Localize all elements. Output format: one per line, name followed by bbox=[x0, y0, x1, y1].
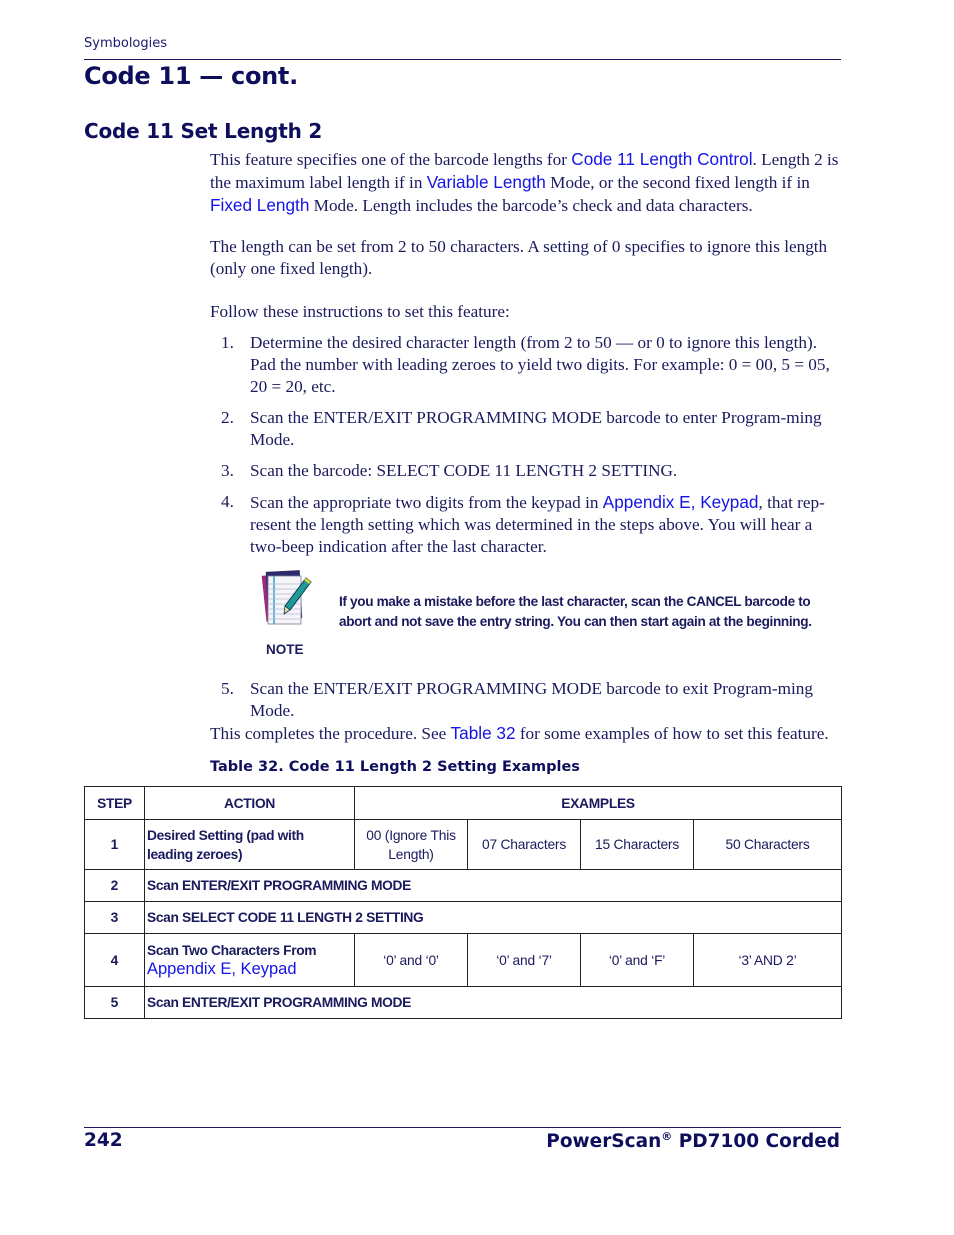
appendix-e-keypad-link[interactable]: Appendix E, Keypad bbox=[147, 960, 297, 978]
intro-text: This feature specifies one of the barcod… bbox=[210, 150, 572, 169]
table-row: 2 Scan ENTER/EXIT PROGRAMMING MODE bbox=[84, 869, 842, 902]
closing-paragraph: This completes the procedure. See Table … bbox=[210, 722, 860, 745]
action-cell: Scan SELECT CODE 11 LENGTH 2 SETTING bbox=[144, 901, 842, 934]
step-text: Determine the desired character length (… bbox=[250, 333, 830, 396]
step-text: Scan the ENTER/EXIT PROGRAMMING MODE bar… bbox=[250, 408, 822, 449]
footer-divider bbox=[84, 1127, 841, 1128]
step-number: 2. bbox=[221, 408, 234, 427]
table-header-row: STEP ACTION EXAMPLES bbox=[84, 786, 842, 820]
action-cell: Desired Setting (pad with leading zeroes… bbox=[144, 819, 355, 870]
intro-text: Mode, or the second fixed length if in bbox=[545, 173, 810, 192]
length-range-paragraph: The length can be set from 2 to 50 chara… bbox=[210, 237, 828, 278]
note-text: If you make a mistake before the last ch… bbox=[339, 594, 812, 629]
step-cell: 1 bbox=[84, 819, 145, 870]
step-number: 4. bbox=[221, 492, 234, 511]
step-item: 5. Scan the ENTER/EXIT PROGRAMMING MODE b… bbox=[210, 678, 846, 722]
step-number: 5. bbox=[221, 679, 234, 698]
table-row: 3 Scan SELECT CODE 11 LENGTH 2 SETTING bbox=[84, 901, 842, 934]
header-divider bbox=[84, 59, 841, 60]
example-cell: 50 Characters bbox=[693, 819, 842, 870]
registered-mark: ® bbox=[661, 1130, 673, 1143]
intro-paragraph: This feature specifies one of the barcod… bbox=[210, 148, 846, 217]
action-cell: Scan Two Characters From Appendix E, Keyp… bbox=[144, 933, 355, 987]
step-number: 3. bbox=[221, 461, 234, 480]
step-number: 1. bbox=[221, 333, 234, 352]
example-cell: ‘0’ and ‘0’ bbox=[354, 933, 468, 987]
example-cell: ‘3’ AND 2’ bbox=[693, 933, 842, 987]
closing-text: This completes the procedure. See bbox=[210, 724, 451, 743]
step-cell: 4 bbox=[84, 933, 145, 987]
step-item: 4. Scan the appropriate two digits from t… bbox=[210, 491, 846, 558]
table-row: 4 Scan Two Characters From Appendix E, Ke… bbox=[84, 933, 842, 987]
closing-text: for some examples of how to set this fea… bbox=[515, 724, 829, 743]
step-cell: 2 bbox=[84, 869, 145, 902]
section-title: Code 11 Set Length 2 bbox=[84, 119, 323, 143]
product-brand: PowerScan bbox=[546, 1131, 662, 1153]
table-row: 5 Scan ENTER/EXIT PROGRAMMING MODE bbox=[84, 986, 842, 1019]
action-text: Scan Two Characters From bbox=[147, 943, 317, 958]
product-name: PowerScan® PD7100 Corded bbox=[546, 1130, 840, 1152]
step-item: 3. Scan the barcode: SELECT CODE 11 LENGT… bbox=[210, 460, 846, 482]
appendix-e-keypad-link[interactable]: Appendix E, Keypad bbox=[603, 492, 759, 512]
action-cell: Scan ENTER/EXIT PROGRAMMING MODE bbox=[144, 869, 842, 902]
step-item: 2. Scan the ENTER/EXIT PROGRAMMING MODE b… bbox=[210, 407, 846, 451]
step-item: 1. Determine the desired character length… bbox=[210, 332, 846, 398]
running-header-section: Symbologies bbox=[84, 36, 168, 51]
table-caption: Table 32. Code 11 Length 2 Setting Examp… bbox=[210, 759, 580, 775]
header-action: ACTION bbox=[144, 786, 355, 820]
steps-list: 1. Determine the desired character length… bbox=[210, 332, 846, 567]
instructions-lead: Follow these instructions to set this fe… bbox=[210, 302, 510, 321]
example-cell: ‘0’ and ‘F’ bbox=[580, 933, 694, 987]
example-cell: 15 Characters bbox=[580, 819, 694, 870]
action-cell: Scan ENTER/EXIT PROGRAMMING MODE bbox=[144, 986, 842, 1019]
page-number: 242 bbox=[84, 1130, 123, 1151]
settings-examples-table: STEP ACTION EXAMPLES 1 Desired Setting (… bbox=[84, 786, 842, 1019]
step-text: Scan the ENTER/EXIT PROGRAMMING MODE bar… bbox=[250, 679, 813, 720]
notepad-pen-icon bbox=[258, 568, 314, 628]
product-model: PD7100 Corded bbox=[672, 1131, 840, 1153]
example-cell: 00 (Ignore This Length) bbox=[354, 819, 468, 870]
page-title: Code 11 — cont. bbox=[84, 62, 298, 90]
header-step: STEP bbox=[84, 786, 145, 820]
step-text: Scan the barcode: SELECT CODE 11 LENGTH … bbox=[250, 461, 678, 480]
note-label: NOTE bbox=[266, 642, 304, 657]
intro-text: Mode. Length includes the barcode’s chec… bbox=[309, 196, 753, 215]
example-cell: ‘0’ and ‘7’ bbox=[467, 933, 581, 987]
step-cell: 3 bbox=[84, 901, 145, 934]
variable-length-link[interactable]: Variable Length bbox=[427, 172, 546, 192]
table-row: 1 Desired Setting (pad with leading zero… bbox=[84, 819, 842, 870]
step-text: Scan the appropriate two digits from the… bbox=[250, 493, 603, 512]
steps-list-continued: 5. Scan the ENTER/EXIT PROGRAMMING MODE b… bbox=[210, 678, 846, 722]
example-cell: 07 Characters bbox=[467, 819, 581, 870]
fixed-length-link[interactable]: Fixed Length bbox=[210, 195, 309, 215]
table-32-link[interactable]: Table 32 bbox=[451, 723, 516, 743]
header-examples: EXAMPLES bbox=[354, 786, 842, 820]
step-cell: 5 bbox=[84, 986, 145, 1019]
code11-length-control-link[interactable]: Code 11 Length Control bbox=[571, 149, 752, 169]
